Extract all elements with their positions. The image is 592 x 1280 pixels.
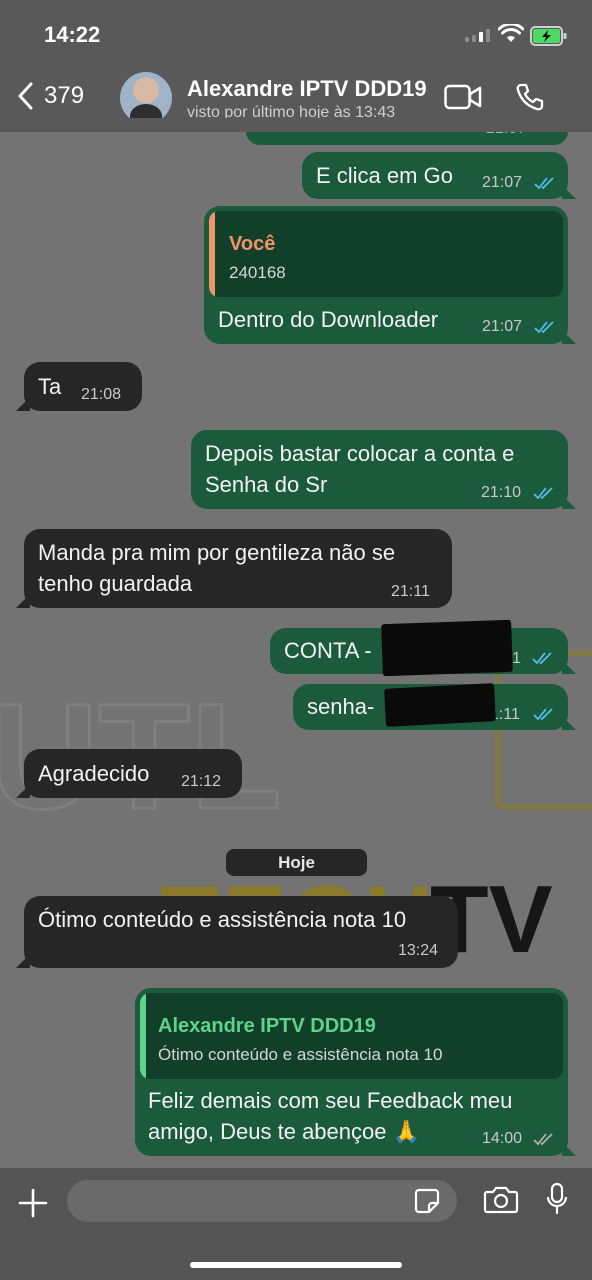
message-time: 21:11 <box>391 583 430 600</box>
message-bubble-incoming[interactable]: Ta 21:08 <box>16 362 142 411</box>
microphone-icon[interactable] <box>545 1182 569 1216</box>
delivered-ticks-icon <box>533 1133 553 1146</box>
back-button[interactable]: 379 <box>16 82 84 110</box>
message-text: Depois bastar colocar a conta e Senha do… <box>205 441 515 497</box>
read-ticks-icon <box>534 177 554 190</box>
battery-charging-icon <box>530 26 567 46</box>
plus-icon[interactable] <box>18 1188 48 1218</box>
phone-icon[interactable] <box>515 82 545 112</box>
message-bubble-outgoing[interactable]: E clica em Go 21:07 <box>302 152 576 199</box>
message-text: Manda pra mim por gentileza não se tenho… <box>38 540 396 596</box>
message-time: 21:08 <box>81 386 122 403</box>
message-text: Ta <box>38 374 62 399</box>
unread-count: 379 <box>44 82 85 109</box>
signal-icon <box>465 29 490 42</box>
contact-avatar[interactable] <box>120 72 172 124</box>
read-ticks-icon <box>532 652 552 665</box>
status-bar: 14:22 <box>0 0 592 70</box>
sticker-icon[interactable] <box>413 1187 441 1215</box>
video-call-icon[interactable] <box>444 84 482 110</box>
message-time: 21:07 <box>482 174 523 191</box>
message-bubble-incoming[interactable]: Agradecido 21:12 <box>16 749 242 798</box>
read-ticks-icon <box>533 487 553 500</box>
quoted-message[interactable]: Alexandre IPTV DDD19 Ótimo conteúdo e as… <box>140 993 563 1079</box>
message-bubble-outgoing[interactable]: CONTA - 21:11 <box>270 619 576 677</box>
header-bottom <box>0 118 592 132</box>
message-bubble-incoming[interactable]: Ótimo conteúdo e assistência nota 10 13:… <box>16 896 458 968</box>
message-bubble-outgoing-reply[interactable]: Alexandre IPTV DDD19 Ótimo conteúdo e as… <box>135 988 576 1156</box>
message-text: E clica em Go <box>316 163 453 188</box>
redacted-content <box>381 619 513 677</box>
message-time: 21:07 <box>482 318 523 335</box>
read-ticks-icon <box>534 321 554 334</box>
message-text: Feliz demais com seu Feedback meu amigo,… <box>148 1088 513 1144</box>
status-time: 14:22 <box>44 22 101 47</box>
message-time: 14:00 <box>482 1130 523 1147</box>
contact-name[interactable]: Alexandre IPTV DDD19 <box>187 76 432 102</box>
back-chevron-icon <box>18 82 33 110</box>
message-text: CONTA - <box>284 638 372 663</box>
read-ticks-icon <box>533 708 553 721</box>
camera-icon[interactable] <box>483 1185 519 1215</box>
message-time: 13:24 <box>398 942 439 959</box>
message-text: Ótimo conteúdo e assistência nota 10 <box>38 907 407 932</box>
wifi-icon <box>498 24 524 42</box>
quote-text: Ótimo conteúdo e assistência nota 10 <box>158 1045 443 1064</box>
wallpaper-globe-graphic <box>495 650 592 810</box>
message-text: Agradecido <box>38 761 150 786</box>
message-input[interactable] <box>67 1180 457 1222</box>
quote-text: 240168 <box>229 263 286 282</box>
message-time: 21:10 <box>481 484 522 501</box>
home-indicator[interactable] <box>190 1262 402 1268</box>
message-bubble-incoming[interactable]: Manda pra mim por gentileza não se tenho… <box>16 529 452 608</box>
quote-author: Você <box>229 233 276 255</box>
message-text: Dentro do Downloader <box>218 307 439 332</box>
message-text: senha- <box>307 694 375 719</box>
message-bubble-outgoing[interactable]: senha- 21:11 <box>293 683 576 730</box>
message-bubble-outgoing[interactable]: Depois bastar colocar a conta e Senha do… <box>191 430 576 509</box>
redacted-content <box>384 683 496 727</box>
date-divider: Hoje <box>226 849 367 876</box>
message-bubble-outgoing-reply[interactable]: Você 240168 Dentro do Downloader 21:07 <box>204 206 576 344</box>
quoted-message[interactable]: Você 240168 <box>209 211 563 297</box>
quote-author: Alexandre IPTV DDD19 <box>158 1015 376 1037</box>
message-time: 21:12 <box>181 773 222 790</box>
